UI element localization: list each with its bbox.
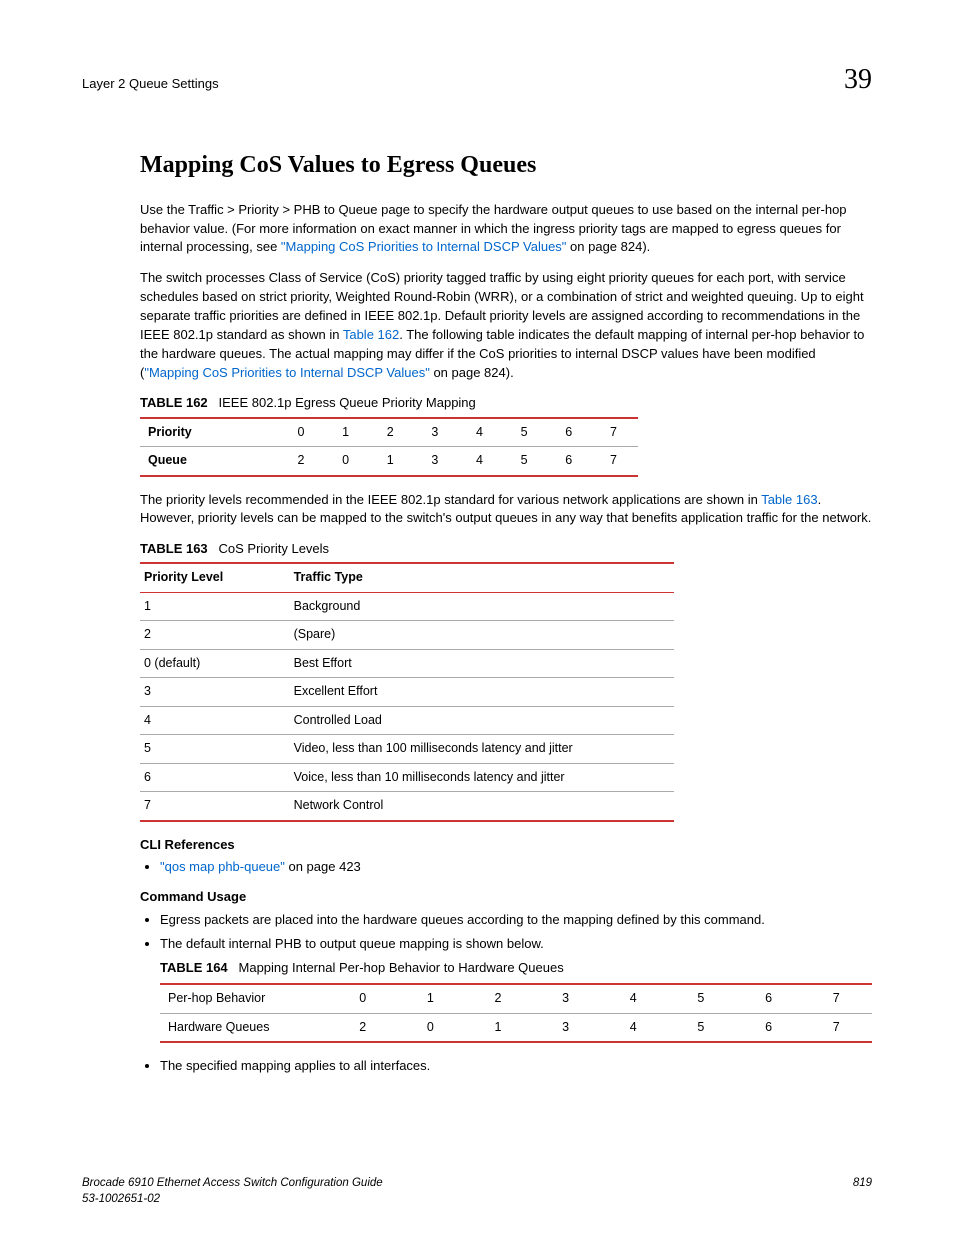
command-usage-list: Egress packets are placed into the hardw… <box>140 911 872 1076</box>
list-item: The specified mapping applies to all int… <box>160 1057 872 1075</box>
table-row: 0 (default)Best Effort <box>140 649 674 678</box>
table-row: Priority 0 1 2 3 4 5 6 7 <box>140 418 638 447</box>
list-item: The default internal PHB to output queue… <box>160 935 872 1043</box>
table-162: Priority 0 1 2 3 4 5 6 7 Queue 2 0 1 3 4… <box>140 417 638 477</box>
footer-page-number: 819 <box>853 1175 872 1207</box>
link-qos-map[interactable]: "qos map phb-queue" <box>160 859 285 874</box>
table-163-caption: TABLE 163 CoS Priority Levels <box>140 540 872 558</box>
table-row: 3Excellent Effort <box>140 678 674 707</box>
header-section-title: Layer 2 Queue Settings <box>82 75 219 93</box>
table-164: Per-hop Behavior 0 1 2 3 4 5 6 7 Hardwar… <box>160 983 872 1043</box>
intro-paragraph-2: The switch processes Class of Service (C… <box>140 269 872 382</box>
table-row: Hardware Queues 2 0 1 3 4 5 6 7 <box>160 1013 872 1042</box>
page-header: Layer 2 Queue Settings 39 <box>82 60 872 99</box>
table-row: 2(Spare) <box>140 621 674 650</box>
intro-paragraph-1: Use the Traffic > Priority > PHB to Queu… <box>140 201 872 258</box>
table-164-caption: TABLE 164 Mapping Internal Per-hop Behav… <box>160 959 872 977</box>
table-162-caption: TABLE 162 IEEE 802.1p Egress Queue Prior… <box>140 394 872 412</box>
table-row: Queue 2 0 1 3 4 5 6 7 <box>140 447 638 476</box>
link-mapping-cos-1[interactable]: "Mapping CoS Priorities to Internal DSCP… <box>281 239 567 254</box>
link-mapping-cos-2[interactable]: "Mapping CoS Priorities to Internal DSCP… <box>144 365 430 380</box>
table-row: Per-hop Behavior 0 1 2 3 4 5 6 7 <box>160 984 872 1013</box>
list-item: Egress packets are placed into the hardw… <box>160 911 872 929</box>
table-header-priority-level: Priority Level <box>140 563 290 592</box>
table-row: 6Voice, less than 10 milliseconds latenc… <box>140 763 674 792</box>
page-footer: Brocade 6910 Ethernet Access Switch Conf… <box>82 1175 872 1207</box>
command-usage-heading: Command Usage <box>140 888 872 906</box>
footer-left: Brocade 6910 Ethernet Access Switch Conf… <box>82 1175 383 1207</box>
paragraph-3: The priority levels recommended in the I… <box>140 491 872 529</box>
table-row: 5Video, less than 100 milliseconds laten… <box>140 735 674 764</box>
table-163: Priority Level Traffic Type 1Background … <box>140 562 674 822</box>
table-row: 7Network Control <box>140 792 674 821</box>
link-table-163[interactable]: Table 163 <box>761 492 817 507</box>
link-table-162[interactable]: Table 162 <box>343 327 399 342</box>
list-item: "qos map phb-queue" on page 423 <box>160 858 872 876</box>
table-header-traffic-type: Traffic Type <box>290 563 675 592</box>
cli-references-list: "qos map phb-queue" on page 423 <box>140 858 872 876</box>
table-row: 1Background <box>140 592 674 621</box>
header-chapter-number: 39 <box>844 60 872 99</box>
table-row: 4Controlled Load <box>140 706 674 735</box>
main-content: Mapping CoS Values to Egress Queues Use … <box>140 149 872 1075</box>
cli-references-heading: CLI References <box>140 836 872 854</box>
page-title: Mapping CoS Values to Egress Queues <box>140 149 872 183</box>
